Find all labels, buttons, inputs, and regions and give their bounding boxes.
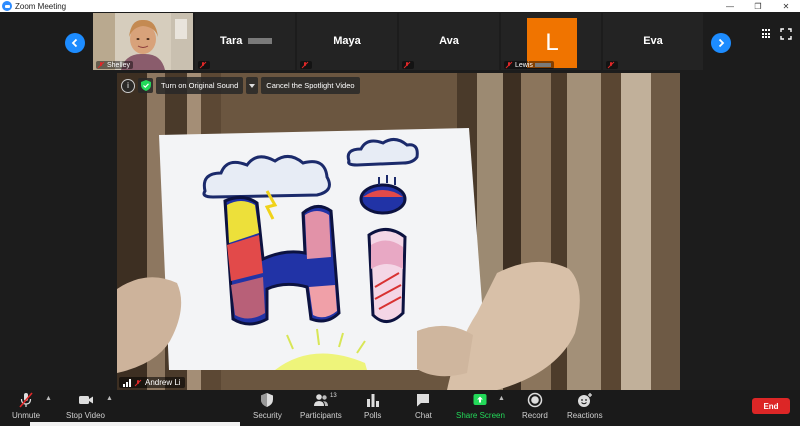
title-bar: Zoom Meeting — ❐ ✕ [0,0,800,12]
mic-muted-icon [505,61,513,69]
meeting-controls-toolbar: Unmute ▲ Stop Video ▲ Security Participa… [0,390,800,426]
video-options-caret[interactable]: ▲ [106,395,113,402]
audio-options-caret[interactable]: ▲ [45,395,52,402]
bar-chart-icon [366,394,379,407]
share-screen-icon [473,394,487,405]
participant-tile-tara[interactable]: Tara [195,13,295,70]
fullscreen-icon[interactable] [780,28,792,40]
participant-tile-shelley[interactable]: Shelley [93,13,193,70]
mic-muted-icon [301,61,309,69]
active-speaker-label: Andrew Li [119,377,185,388]
participant-label: Lewis [504,61,554,69]
original-sound-button[interactable]: Turn on Original Sound [156,77,244,94]
participant-status [198,61,210,69]
next-page-button[interactable] [711,33,731,53]
stop-video-label: Stop Video [66,411,105,420]
window-title: Zoom Meeting [15,1,67,11]
share-options-caret[interactable]: ▲ [498,395,505,402]
close-button[interactable]: ✕ [772,0,800,12]
participant-tile-maya[interactable]: Maya [297,13,397,70]
mic-muted-icon [403,61,411,69]
chevron-right-icon [718,38,725,48]
participant-name: Tara [220,35,243,47]
spotlight-video-frame [117,73,680,390]
stop-video-button[interactable]: Stop Video [66,392,105,420]
participant-tile-ava[interactable]: Ava [399,13,499,70]
mic-muted-icon [97,61,105,69]
record-button[interactable]: Record [522,392,548,420]
unmute-label: Unmute [12,411,41,420]
video-overlay-controls: i Turn on Original Sound Cancel the Spot… [121,77,360,94]
gallery-view-icon[interactable] [762,29,772,39]
people-icon [313,394,328,406]
redacted-surname [248,38,273,45]
microphone-muted-icon [19,392,33,408]
speaker-name: Andrew Li [145,378,181,387]
participant-name: Ava [439,35,459,47]
polls-button[interactable]: Polls [364,392,381,420]
participant-name: Shelley [107,61,130,69]
participant-tile-eva[interactable]: Eva [603,13,703,70]
record-label: Record [522,411,548,420]
shield-icon [261,393,274,407]
reactions-button[interactable]: Reactions [567,392,603,420]
participants-count-badge: 13 [330,393,337,399]
security-label: Security [253,411,282,420]
mic-muted-icon [134,379,142,386]
smiley-plus-icon [577,393,592,407]
redacted-surname [534,63,551,67]
participant-name-row: Tara [195,35,295,47]
video-camera-icon [78,396,93,404]
end-meeting-button[interactable]: End [752,398,790,414]
polls-label: Polls [364,411,382,420]
participant-label: Shelley [96,61,133,69]
spotlight-video: i Turn on Original Sound Cancel the Spot… [117,73,680,390]
mic-muted-icon [607,61,615,69]
chevron-down-icon [249,83,256,88]
unmute-button[interactable]: Unmute [12,392,40,420]
minimize-button[interactable]: — [716,0,744,12]
share-screen-label: Share Screen [456,411,505,420]
chat-bubble-icon [417,394,430,407]
security-button[interactable]: Security [253,392,282,420]
chat-button[interactable]: Chat [415,392,432,420]
encryption-shield-icon[interactable] [138,78,153,93]
participant-status [606,61,618,69]
cancel-spotlight-button[interactable]: Cancel the Spotlight Video [261,77,360,94]
zoom-logo-icon [2,1,12,11]
participant-name: Eva [643,35,663,47]
restore-button[interactable]: ❐ [744,0,772,12]
signal-strength-icon [123,378,131,387]
chevron-left-icon [71,38,78,48]
reactions-label: Reactions [567,411,603,420]
record-icon [527,392,543,408]
participant-name: Lewis [515,61,533,69]
participant-name: Maya [333,35,361,47]
mic-muted-icon [199,61,207,69]
info-icon[interactable]: i [121,78,135,93]
chat-label: Chat [415,411,432,420]
original-sound-dropdown[interactable] [246,77,259,94]
participant-status [402,61,414,69]
participants-label: Participants [300,411,342,420]
participant-tile-lewis[interactable]: L Lewis [501,13,601,70]
taskbar-fragment [30,422,240,426]
previous-page-button[interactable] [65,33,85,53]
gallery-strip: Shelley Tara Maya Ava L Lewis Eva [0,12,800,71]
zoom-meeting-window: Zoom Meeting — ❐ ✕ Shelley Tara Maya Ava… [0,0,800,426]
participant-status [300,61,312,69]
